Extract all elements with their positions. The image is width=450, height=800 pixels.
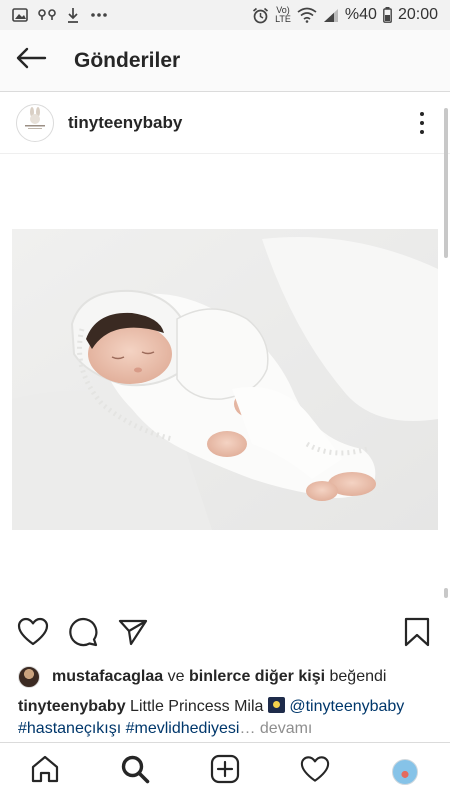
signal-icon: [323, 8, 339, 23]
nav-home[interactable]: [20, 747, 70, 797]
page-title: Gönderiler: [74, 48, 181, 72]
new-post-icon: [210, 754, 240, 789]
liker-username[interactable]: mustafacaglaa: [52, 668, 163, 686]
alarm-icon: [252, 7, 269, 24]
battery-percent: %40: [344, 6, 377, 23]
status-bar: Vo) LTE %40 20:00: [0, 0, 450, 30]
profile-avatar: [392, 758, 418, 785]
scrollbar-thumb[interactable]: [444, 108, 448, 258]
home-icon: [30, 754, 60, 789]
app-header: Gönderiler: [0, 30, 450, 92]
post-actions: [0, 612, 450, 656]
caption-author[interactable]: tinyteenybaby: [18, 698, 126, 715]
post-photo[interactable]: [12, 229, 438, 530]
comment-icon: [68, 617, 98, 652]
sleeping-baby-photo: [12, 229, 438, 530]
nav-search[interactable]: [110, 747, 160, 797]
scrollbar-marker: [444, 588, 448, 598]
author-username[interactable]: tinyteenybaby: [68, 113, 182, 133]
caption-text: Little Princess Mila: [130, 698, 264, 715]
night-sky-emoji-icon: [267, 697, 285, 713]
send-icon: [118, 618, 148, 651]
more-icon: [90, 12, 108, 18]
network-label: Vo) LTE: [275, 6, 291, 24]
arrow-left-icon: [15, 47, 47, 74]
post-header: tinyteenybaby: [0, 92, 450, 154]
likes-summary: mustafacaglaa ve binlerce diğer kişi beğ…: [18, 664, 438, 690]
nav-profile[interactable]: [380, 747, 430, 797]
save-button[interactable]: [400, 617, 434, 651]
caption-mention[interactable]: @tinyteenybaby: [289, 698, 404, 715]
bottom-navigation: [0, 742, 450, 800]
bunny-logo-icon: [20, 105, 50, 140]
author-avatar[interactable]: [16, 103, 54, 142]
share-button[interactable]: [116, 617, 150, 651]
vertical-dots-icon-dot: [420, 120, 424, 125]
network-bottom: LTE: [275, 14, 291, 24]
post-options-button[interactable]: [410, 108, 434, 138]
heart-icon: [17, 617, 49, 651]
like-button[interactable]: [16, 617, 50, 651]
vertical-dots-icon: [420, 111, 424, 116]
nav-activity[interactable]: [290, 747, 340, 797]
battery-icon: [383, 7, 392, 23]
back-button[interactable]: [0, 30, 62, 92]
wifi-icon: [297, 7, 317, 23]
search-icon: [120, 754, 150, 789]
likes-connector: ve: [167, 668, 185, 685]
activity-icon: [300, 755, 330, 788]
nav-new-post[interactable]: [200, 747, 250, 797]
vertical-dots-icon-dot: [420, 129, 424, 134]
liker-avatar[interactable]: [18, 666, 40, 688]
comment-button[interactable]: [66, 617, 100, 651]
caption-more-link[interactable]: devamı: [260, 720, 312, 737]
caption-ellipsis: …: [239, 720, 256, 737]
clock: 20:00: [397, 6, 438, 23]
bookmark-icon: [404, 617, 430, 652]
likes-suffix: beğendi: [329, 668, 387, 685]
likes-others-link[interactable]: binlerce diğer kişi: [189, 668, 325, 686]
post-caption: tinyteenybaby Little Princess Mila @tiny…: [18, 696, 438, 740]
caption-hashtags[interactable]: #hastaneçıkışı #mevlidhediyesi: [18, 720, 239, 737]
voicemail-icon: [38, 8, 56, 22]
gallery-icon: [12, 8, 28, 22]
download-icon: [66, 7, 80, 23]
